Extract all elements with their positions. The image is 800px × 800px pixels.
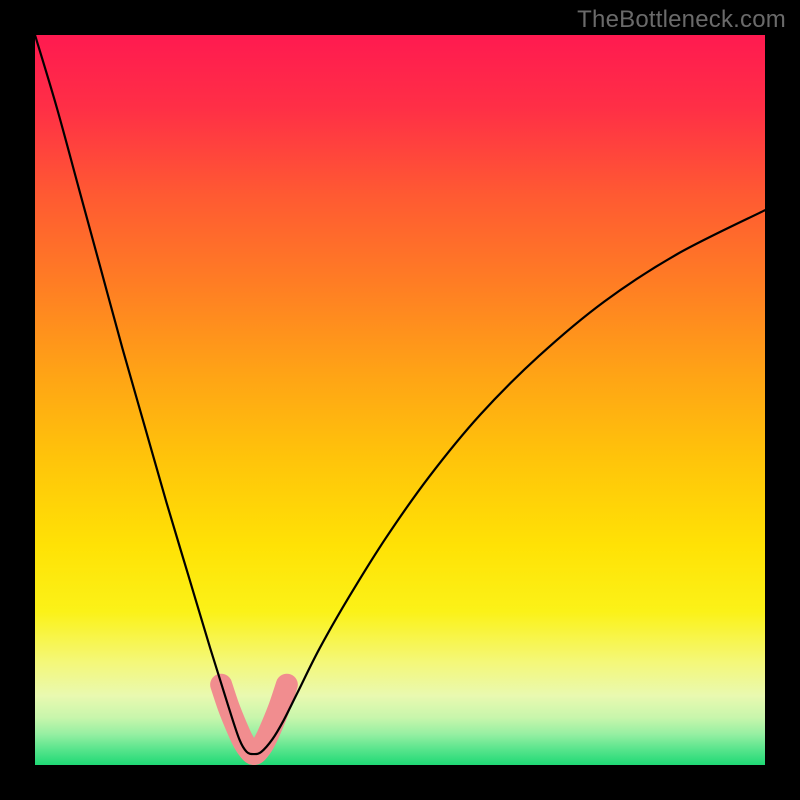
bottleneck-curve (35, 35, 765, 754)
plot-area (35, 35, 765, 765)
curve-layer (35, 35, 765, 765)
highlight-band (221, 685, 287, 754)
watermark-text: TheBottleneck.com (577, 6, 786, 34)
chart-frame: TheBottleneck.com (0, 0, 800, 800)
